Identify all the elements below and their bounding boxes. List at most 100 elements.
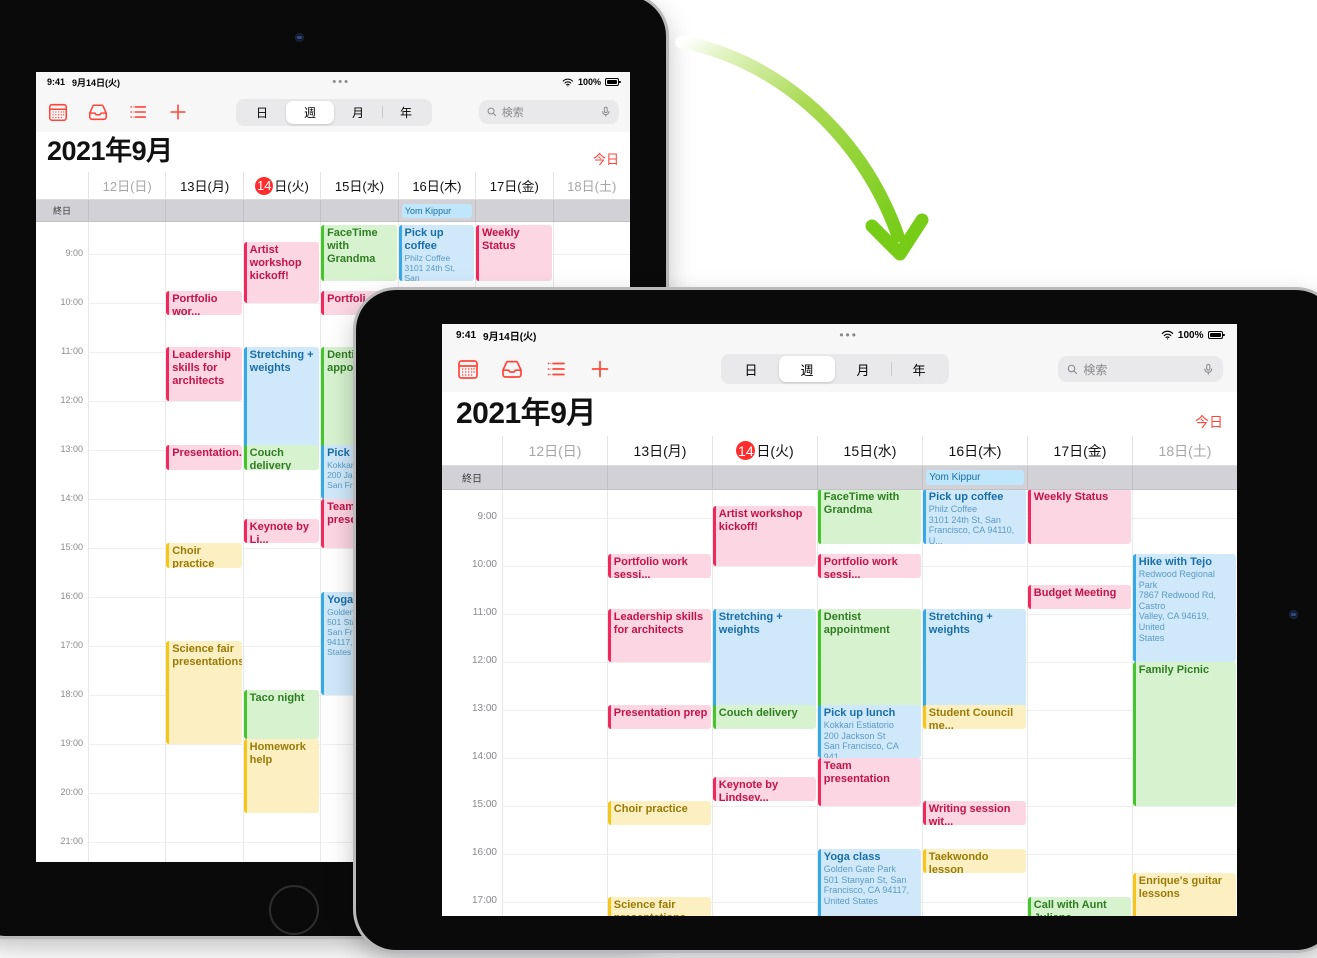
segment-day[interactable]: 日: [238, 101, 286, 124]
segment-week[interactable]: 週: [286, 100, 334, 124]
day-header-2[interactable]: 14 日(火): [712, 436, 817, 465]
all-day-event[interactable]: Yom Kippur: [926, 470, 1024, 485]
all-day-cell-1[interactable]: [607, 466, 712, 489]
calendar-icon[interactable]: [47, 101, 69, 123]
calendar-event[interactable]: Dentist appointment: [818, 609, 921, 710]
segment-year[interactable]: 年: [382, 101, 430, 124]
calendar-event[interactable]: Homework help: [243, 739, 320, 813]
today-button[interactable]: 今日: [593, 149, 619, 168]
day-header-3[interactable]: 15日(水): [817, 436, 922, 465]
calendar-event[interactable]: Choir practice: [608, 801, 711, 826]
all-day-cell-6[interactable]: [552, 200, 630, 221]
segment-month[interactable]: 月: [334, 101, 382, 124]
calendar-event[interactable]: Leadership skills for architects: [608, 609, 711, 662]
calendar-event[interactable]: Couch delivery: [713, 705, 816, 730]
day-header-6[interactable]: 18日(土): [552, 172, 630, 199]
all-day-cell-2[interactable]: [712, 466, 817, 489]
segment-year[interactable]: 年: [891, 356, 947, 382]
calendar-event[interactable]: Enrique's guitar lessons: [1133, 873, 1236, 916]
day-header-3[interactable]: 15日(水): [320, 172, 397, 199]
day-label: 日(火): [274, 179, 309, 194]
calendar-event[interactable]: Budget Meeting: [1028, 585, 1131, 610]
calendar-event[interactable]: FaceTime with Grandma: [818, 490, 921, 545]
day-header-5[interactable]: 17日(金): [475, 172, 552, 199]
inbox-icon[interactable]: [87, 101, 109, 123]
all-day-cell-1[interactable]: [165, 200, 242, 221]
calendar-event[interactable]: Leadership skills for architects: [166, 347, 242, 401]
all-day-cell-6[interactable]: [1132, 466, 1237, 489]
calendar-event[interactable]: Weekly Status: [476, 224, 552, 281]
calendar-event[interactable]: Portfolio work sessi...: [608, 554, 711, 578]
microphone-icon[interactable]: [1202, 363, 1215, 376]
calendar-event[interactable]: FaceTime with Grandma: [321, 224, 397, 281]
calendar-event[interactable]: Call with Aunt Juliana: [1028, 897, 1131, 916]
calendar-event[interactable]: Keynote by Li...: [243, 518, 320, 544]
calendar-event[interactable]: Weekly Status: [1028, 490, 1131, 545]
calendar-event[interactable]: Student Council me...: [923, 705, 1026, 730]
segment-week[interactable]: 週: [779, 356, 835, 382]
calendar-event[interactable]: Taco night: [243, 690, 320, 740]
calendar-event[interactable]: Family Picnic: [1133, 662, 1236, 806]
calendar-event[interactable]: Hike with Tejo Redwood Regional Park 7867 …: [1133, 554, 1236, 662]
list-icon[interactable]: [544, 357, 568, 381]
today-button[interactable]: 今日: [1195, 412, 1223, 432]
add-icon[interactable]: [588, 357, 612, 381]
all-day-cell-4[interactable]: Yom Kippur: [922, 466, 1027, 489]
segment-day[interactable]: 日: [723, 356, 779, 382]
all-day-cell-5[interactable]: [475, 200, 552, 221]
calendar-event[interactable]: Pick up lunch Kokkari Estiatorio 200 Jacks…: [818, 705, 921, 758]
toolbar-icons: [456, 357, 612, 381]
calendar-event[interactable]: Portfolio wor...: [166, 290, 242, 316]
calendar-event[interactable]: Stretching + weights: [243, 347, 320, 450]
day-header-4[interactable]: 16日(木): [397, 172, 475, 199]
calendar-event[interactable]: Presentation...: [166, 445, 242, 470]
calendar-event[interactable]: Presentation prep: [608, 705, 711, 730]
calendar-event[interactable]: Portfolio work sessi...: [818, 554, 921, 578]
calendar-icon[interactable]: [456, 357, 480, 381]
calendar-event[interactable]: Taekwondo lesson: [923, 849, 1026, 874]
calendar-event[interactable]: Artist workshop kickoff!: [713, 506, 816, 566]
all-day-cell-3[interactable]: [817, 466, 922, 489]
all-day-cell-2[interactable]: [242, 200, 320, 221]
week-grid[interactable]: 9:00 10:00 11:00 12:00 13:00 14:00 15:00…: [442, 490, 1237, 916]
view-segmented-control[interactable]: 日 週 月年: [236, 98, 432, 126]
calendar-event[interactable]: Keynote by Lindsey...: [713, 777, 816, 802]
search-input[interactable]: 検索: [479, 100, 619, 124]
view-segmented-control[interactable]: 日週月年: [721, 354, 949, 384]
day-header-0[interactable]: 12日(日): [502, 436, 607, 465]
calendar-event[interactable]: Couch delivery: [243, 445, 320, 470]
all-day-cell-0[interactable]: [88, 200, 165, 221]
all-day-cell-4[interactable]: Yom Kippur: [397, 200, 475, 221]
all-day-cell-5[interactable]: [1027, 466, 1132, 489]
day-header-1[interactable]: 13日(月): [165, 172, 242, 199]
calendar-event[interactable]: Pick up coffee Philz Coffee 3101 24th St, …: [923, 490, 1026, 545]
segment-label: 週: [303, 105, 316, 120]
all-day-cell-3[interactable]: [320, 200, 397, 221]
calendar-event[interactable]: Artist workshop kickoff!: [243, 241, 320, 303]
all-day-cell-0[interactable]: [502, 466, 607, 489]
calendar-event[interactable]: Science fair presentations: [166, 641, 242, 744]
calendar-event[interactable]: Science fair presentations: [608, 897, 711, 916]
calendar-event[interactable]: Stretching + weights: [923, 609, 1026, 710]
calendar-event[interactable]: Pick up coffee Philz Coffee 3101 24th St, …: [398, 224, 475, 281]
event-title: Stretching + weights: [718, 611, 783, 637]
calendar-event[interactable]: Choir practice: [166, 543, 242, 568]
home-button[interactable]: [269, 885, 319, 935]
calendar-event[interactable]: Yoga class Golden Gate Park 501 Stanyan St…: [818, 849, 921, 916]
calendar-event[interactable]: Writing session wit...: [923, 801, 1026, 826]
day-header-2[interactable]: 14 日(火): [242, 172, 320, 199]
list-icon[interactable]: [127, 101, 149, 123]
all-day-event[interactable]: Yom Kippur: [401, 203, 473, 218]
search-input[interactable]: 検索: [1058, 356, 1223, 382]
day-header-4[interactable]: 16日(木): [922, 436, 1027, 465]
add-icon[interactable]: [167, 101, 189, 123]
day-header-0[interactable]: 12日(日): [88, 172, 165, 199]
calendar-event[interactable]: Team presentation: [818, 758, 921, 806]
segment-month[interactable]: 月: [835, 356, 891, 382]
day-header-1[interactable]: 13日(月): [607, 436, 712, 465]
microphone-icon[interactable]: [600, 106, 612, 118]
day-header-5[interactable]: 17日(金): [1027, 436, 1132, 465]
inbox-icon[interactable]: [500, 357, 524, 381]
day-header-6[interactable]: 18日(土): [1132, 436, 1237, 465]
calendar-event[interactable]: Stretching + weights: [713, 609, 816, 710]
